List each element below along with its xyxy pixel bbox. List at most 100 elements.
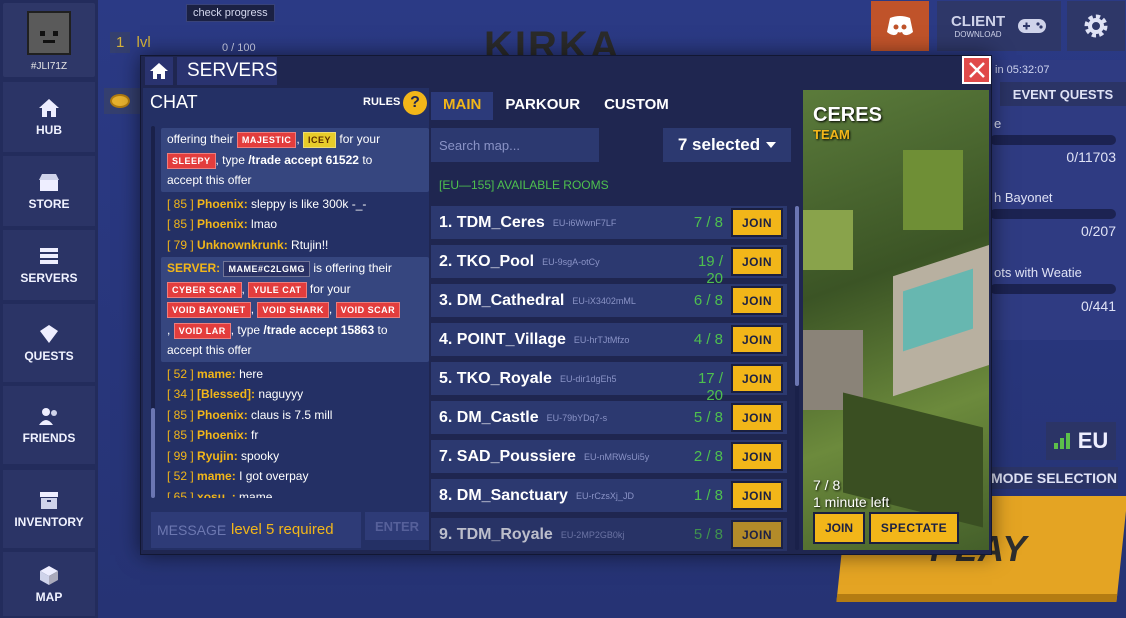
client-download-button[interactable]: CLIENT DOWNLOAD <box>937 1 1061 51</box>
rooms-scrollbar-thumb[interactable] <box>795 206 799 386</box>
join-button[interactable]: JOIN <box>731 286 783 315</box>
filter-value: 7 selected <box>677 135 761 154</box>
room-row[interactable]: 3. DM_Cathedral EU-iX3402mML 6 / 8 JOIN <box>431 284 787 317</box>
nav-item-quests[interactable]: QUESTS <box>3 304 95 382</box>
chat-message: [ 85 ] Phoenix: sleppy is like 300k -_- <box>161 194 429 215</box>
user-tag: MAME#C2LGMG <box>223 261 310 277</box>
mode-selection-button[interactable]: MODE SELECTION <box>990 467 1118 489</box>
message-text: , <box>167 322 171 337</box>
room-row[interactable]: 2. TKO_Pool EU-9sgA-otCy 19 / 20 JOIN <box>431 245 787 287</box>
join-button[interactable]: JOIN <box>731 520 783 549</box>
server-tabs: MAIN PARKOUR CUSTOM <box>431 92 681 120</box>
chat-username[interactable]: xosu..: <box>197 490 236 499</box>
room-row[interactable]: 7. SAD_Poussiere EU-nMRWsUi5y 2 / 8 JOIN <box>431 440 787 473</box>
room-row[interactable]: 8. DM_Sanctuary EU-rCzsXj_JD 1 / 8 JOIN <box>431 479 787 512</box>
rooms-heading: [EU—155] AVAILABLE ROOMS <box>439 178 609 192</box>
discord-button[interactable] <box>871 1 929 51</box>
chat-message: [ 85 ] Phoenix: fr <box>161 425 429 446</box>
help-icon[interactable]: ? <box>403 91 427 115</box>
tab-event-quests[interactable]: EVENT QUESTS <box>1000 82 1126 106</box>
chat-username[interactable]: Unknownkrunk: <box>197 238 288 252</box>
chat-message-text: naguyyy <box>258 387 304 401</box>
item-tag: VOID SHARK <box>257 302 329 318</box>
join-button[interactable]: JOIN <box>731 247 783 276</box>
chat-username[interactable]: Ryujin: <box>197 449 238 463</box>
nav-item-inventory[interactable]: INVENTORY <box>3 470 95 548</box>
settings-button[interactable] <box>1067 1 1125 51</box>
inventory-icon <box>37 489 61 511</box>
chat-username[interactable]: Phoenix: <box>197 197 248 211</box>
room-row[interactable]: 9. TDM_Royale EU-2MP2GB0kj 5 / 8 JOIN <box>431 518 787 551</box>
message-text: for your <box>309 281 351 296</box>
room-row[interactable]: 4. POINT_Village EU-hrTJtMfzo 4 / 8 JOIN <box>431 323 787 356</box>
chat-user-level: [ 85 ] <box>167 217 194 231</box>
chat-username[interactable]: mame: <box>197 469 236 483</box>
region-label: EU <box>1077 428 1109 453</box>
preview-map-mode: TEAM <box>813 127 850 142</box>
tab-parkour[interactable]: PARKOUR <box>493 92 592 120</box>
room-id: EU-i6WwnF7LF <box>552 217 617 228</box>
quest-progress: 0/207 <box>1080 223 1116 239</box>
servers-panel: MAIN PARKOUR CUSTOM Search map... 7 sele… <box>431 88 801 551</box>
nav-item-hub[interactable]: HUB <box>3 82 95 152</box>
client-label: CLIENT <box>950 13 1006 30</box>
join-button[interactable]: JOIN <box>731 481 783 510</box>
server-label: SERVER: <box>167 261 221 275</box>
check-progress-button[interactable]: check progress <box>186 4 275 22</box>
room-row[interactable]: 6. DM_Castle EU-79bYDq7-s 5 / 8 JOIN <box>431 401 787 434</box>
player-tag: #JLI71Z <box>30 61 68 72</box>
nav-item-servers[interactable]: SERVERS <box>3 230 95 300</box>
friends-icon <box>37 405 61 427</box>
avatar <box>27 11 71 55</box>
chat-user-level: [ 79 ] <box>167 237 194 252</box>
close-button[interactable] <box>962 56 991 84</box>
item-tag: YULE CAT <box>248 281 307 298</box>
nav-item-label: INVENTORY <box>14 515 84 529</box>
tab-custom[interactable]: CUSTOM <box>592 92 681 120</box>
preview-join-button[interactable]: JOIN <box>813 512 865 544</box>
chat-message-text: sleppy is like 300k -_- <box>251 196 367 211</box>
room-player-count: 5 / 8 <box>693 526 723 543</box>
tab-main[interactable]: MAIN <box>431 92 494 120</box>
join-button[interactable]: JOIN <box>731 208 783 237</box>
message-text: for your <box>339 132 381 146</box>
rules-label[interactable]: RULES <box>363 96 400 108</box>
preview-decor <box>903 150 963 230</box>
chat-username[interactable]: Phoenix: <box>197 408 248 422</box>
spectate-button[interactable]: SPECTATE <box>869 512 959 544</box>
quest-row: e 0/11703 <box>990 116 1126 165</box>
level-indicator: 1 lvl <box>110 32 151 53</box>
join-button[interactable]: JOIN <box>731 442 783 471</box>
room-player-count: 2 / 8 <box>693 448 723 465</box>
client-sublabel: DOWNLOAD <box>954 30 1002 39</box>
chat-input[interactable]: MESSAGE level 5 required <box>151 512 361 548</box>
item-tag: ICEY <box>303 132 337 148</box>
chat-user-level: [ 65 ] <box>167 489 194 499</box>
join-button[interactable]: JOIN <box>731 403 783 432</box>
chat-message: [ 85 ] Phoenix: lmao <box>161 214 429 235</box>
nav-item-store[interactable]: STORE <box>3 156 95 226</box>
chat-username[interactable]: Phoenix: <box>197 428 248 442</box>
room-player-count: 1 / 8 <box>693 487 723 504</box>
enter-button[interactable]: ENTER <box>365 512 429 540</box>
chat-user-level: [ 52 ] <box>167 366 194 381</box>
room-name: 1. TDM_Ceres <box>439 213 545 231</box>
nav-item-map[interactable]: MAP <box>3 552 95 616</box>
home-button[interactable] <box>145 57 173 85</box>
chat-scrollbar-thumb[interactable] <box>151 408 155 498</box>
join-button[interactable]: JOIN <box>731 364 783 393</box>
region-selector[interactable]: EU <box>1046 422 1116 460</box>
room-row[interactable]: 5. TKO_Royale EU-dir1dgEh5 17 / 20 JOIN <box>431 362 787 404</box>
room-row[interactable]: 1. TDM_Ceres EU-i6WwnF7LF 7 / 8 JOIN <box>431 206 787 239</box>
search-map-input[interactable]: Search map... <box>431 128 599 162</box>
chat-username[interactable]: [Blessed]: <box>197 387 255 401</box>
message-text: to <box>362 152 373 167</box>
nav-item-friends[interactable]: FRIENDS <box>3 386 95 464</box>
chat-username[interactable]: Phoenix: <box>197 217 248 231</box>
chat-user-level: [ 85 ] <box>167 407 194 422</box>
join-button[interactable]: JOIN <box>731 325 783 354</box>
chat-username[interactable]: mame: <box>197 367 236 381</box>
chat-user-level: [ 99 ] <box>167 448 194 463</box>
profile-card[interactable]: #JLI71Z <box>3 3 95 77</box>
map-filter-dropdown[interactable]: 7 selected <box>663 128 791 162</box>
